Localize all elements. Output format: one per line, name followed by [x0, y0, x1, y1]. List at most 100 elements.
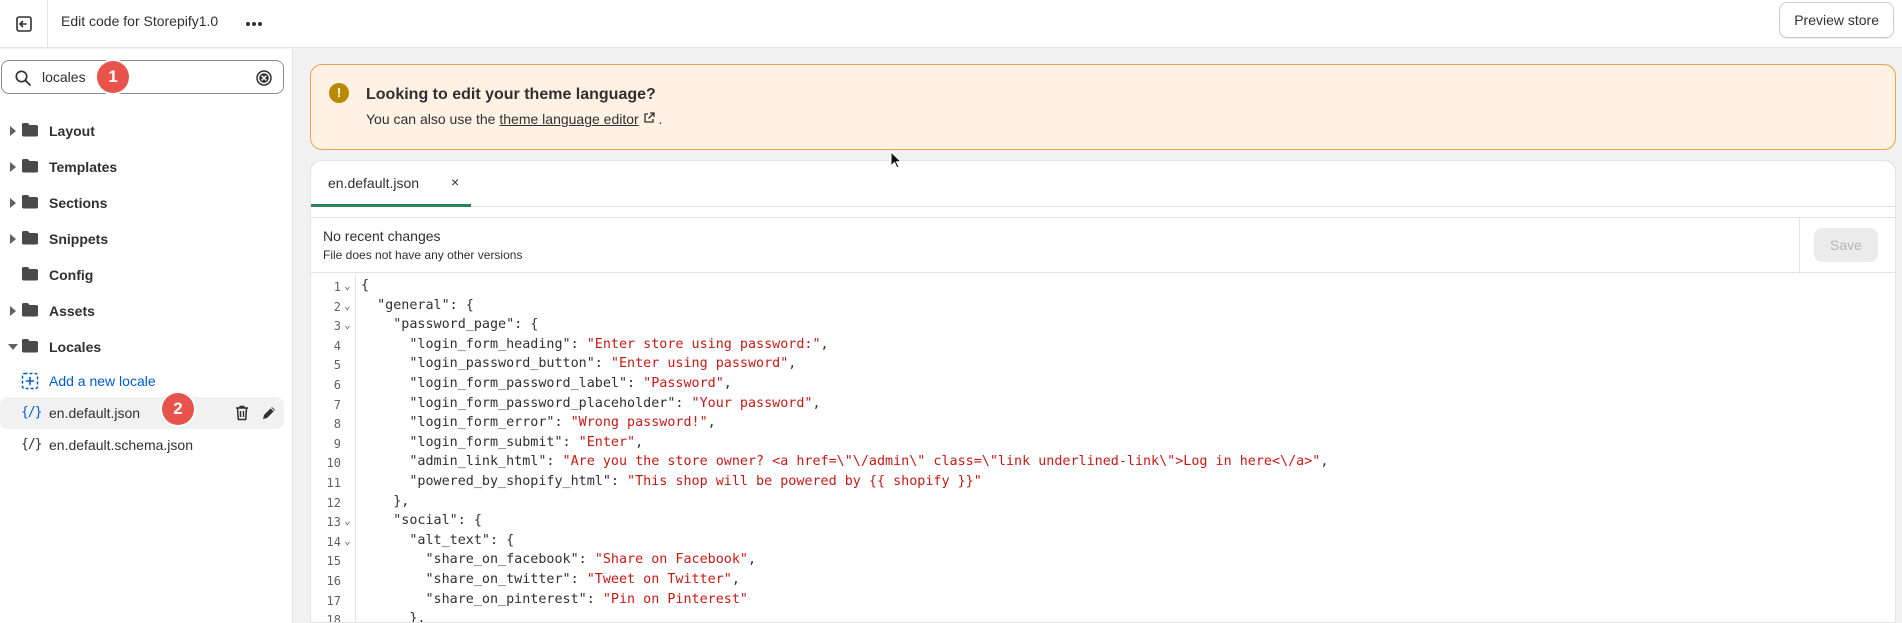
code-text: "share_on_pinterest": "Pin on Pinterest"	[361, 591, 748, 607]
code-line[interactable]: 1 ⌄ {	[311, 278, 1895, 298]
code-line[interactable]: 11 "powered_by_shopify_html": "This shop…	[311, 474, 1895, 494]
folder-icon	[22, 231, 38, 245]
string-literal: "Your password"	[691, 395, 813, 411]
folder-locales[interactable]: Locales	[0, 329, 292, 365]
folder-snippets[interactable]: Snippets	[0, 221, 292, 257]
version-status-bar: No recent changes File does not have any…	[311, 217, 1895, 274]
code-text: "login_form_heading": "Enter store using…	[361, 336, 829, 352]
string-literal: "Tweet on Twitter"	[586, 572, 732, 587]
string-literal: "Are you the store owner? <a href=\"\/ad…	[562, 454, 1321, 470]
code-line[interactable]: 13 ⌄ "social": {	[311, 513, 1895, 533]
exit-editor-button[interactable]	[8, 8, 40, 40]
code-text: "login_form_password_placeholder": "Your…	[361, 395, 821, 411]
step-badge-2: 2	[162, 393, 194, 425]
search-input[interactable]	[42, 68, 242, 86]
line-number: 6	[333, 378, 341, 392]
close-tab-icon[interactable]: ×	[451, 174, 459, 190]
notice-text: You can also use the theme language edit…	[366, 111, 662, 127]
line-number: 18	[326, 613, 341, 623]
add-locale-link[interactable]: Add a new locale	[0, 365, 292, 397]
folder-label: Layout	[49, 123, 95, 139]
string-literal: "This shop will be powered by {{ shopify…	[627, 474, 982, 489]
folder-layout[interactable]: Layout	[0, 113, 292, 149]
notice-title: Looking to edit your theme language?	[366, 86, 656, 103]
code-text: },	[361, 611, 426, 623]
step-badge-1: 1	[97, 61, 129, 93]
code-text: "password_page": {	[361, 317, 539, 333]
caret-down-icon	[8, 344, 18, 350]
folder-config[interactable]: Config	[0, 257, 292, 293]
code-line[interactable]: 10 "admin_link_html": "Are you the store…	[311, 454, 1895, 474]
code-line[interactable]: 17 "share_on_pinterest": "Pin on Pintere…	[311, 592, 1895, 612]
code-line[interactable]: 7 "login_form_password_placeholder": "Yo…	[311, 396, 1895, 416]
file-sidebar: 1 Layout Templates Sections Snippets Con…	[0, 49, 293, 623]
line-number: 10	[326, 456, 341, 471]
status-title: No recent changes	[323, 228, 441, 244]
external-link-icon[interactable]	[643, 112, 655, 124]
fold-chevron-icon[interactable]: ⌄	[344, 514, 351, 527]
line-number: 5	[333, 358, 341, 373]
code-line[interactable]: 9 "login_form_submit": "Enter",	[311, 435, 1895, 455]
code-area[interactable]: 1 ⌄{2 ⌄ "general": {3 ⌄ "password_page": {4…	[311, 274, 1895, 623]
fold-chevron-icon[interactable]: ⌄	[344, 299, 351, 312]
caret-right-icon	[10, 234, 16, 244]
code-line[interactable]: 14 ⌄ "alt_text": {	[311, 533, 1895, 553]
code-line[interactable]: 8 "login_form_error": "Wrong password!",	[311, 415, 1895, 435]
code-line[interactable]: 16 "share_on_twitter": "Tweet on Twitter…	[311, 572, 1895, 592]
fold-chevron-icon[interactable]: ⌄	[344, 534, 351, 547]
line-number: 4	[333, 338, 341, 353]
folder-label: Config	[49, 267, 94, 283]
tab-label: en.default.json	[328, 175, 420, 191]
trash-icon[interactable]	[234, 404, 250, 422]
clear-search-icon[interactable]	[255, 69, 273, 87]
code-line[interactable]: 18 },	[311, 611, 1895, 623]
theme-language-editor-link[interactable]: theme language editor	[499, 111, 638, 127]
status-subtitle: File does not have any other versions	[323, 248, 523, 262]
folder-label: Locales	[49, 339, 102, 355]
notice-text-before: You can also use the	[366, 111, 500, 127]
folder-assets[interactable]: Assets	[0, 293, 292, 329]
code-line[interactable]: 3 ⌄ "password_page": {	[311, 317, 1895, 337]
folder-sections[interactable]: Sections	[0, 185, 292, 221]
code-line[interactable]: 4 "login_form_heading": "Enter store usi…	[311, 337, 1895, 357]
file-en-default-schema-json[interactable]: {/} en.default.schema.json	[0, 429, 292, 461]
folder-icon	[22, 159, 38, 173]
code-text: },	[361, 493, 410, 509]
fold-chevron-icon[interactable]: ⌄	[344, 279, 351, 292]
preview-store-button[interactable]: Preview store	[1779, 2, 1894, 38]
folder-icon	[22, 267, 38, 281]
file-en-default-json[interactable]: {/} en.default.json	[0, 397, 284, 429]
more-horizontal-icon	[246, 22, 262, 26]
code-line[interactable]: 6 "login_form_password_label": "Password…	[311, 376, 1895, 396]
edit-icon[interactable]	[260, 404, 278, 422]
line-number: 17	[326, 593, 341, 608]
line-number: 9	[333, 436, 341, 451]
line-number: 14	[326, 534, 341, 549]
code-line[interactable]: 2 ⌄ "general": {	[311, 298, 1895, 318]
code-text: "login_form_submit": "Enter",	[361, 434, 644, 450]
line-number: 2	[333, 299, 341, 314]
line-number: 12	[326, 495, 341, 510]
more-actions-button[interactable]	[240, 10, 268, 38]
code-file-icon: {/}	[21, 437, 43, 452]
string-literal: "Enter store using password:"	[586, 336, 821, 352]
folder-templates[interactable]: Templates	[0, 149, 292, 185]
save-button[interactable]: Save	[1814, 228, 1878, 262]
line-number: 13	[326, 515, 341, 530]
line-number: 11	[326, 476, 341, 490]
warning-icon: !	[329, 83, 349, 103]
caret-right-icon	[10, 162, 16, 172]
code-text: "login_password_button": "Enter using pa…	[361, 356, 797, 372]
code-line[interactable]: 5 "login_password_button": "Enter using …	[311, 356, 1895, 376]
code-line[interactable]: 12 },	[311, 494, 1895, 514]
string-literal: "Enter"	[578, 434, 636, 450]
string-literal: "Password"	[643, 376, 724, 391]
fold-chevron-icon[interactable]: ⌄	[344, 318, 351, 331]
search-icon	[15, 70, 31, 86]
folder-label: Sections	[49, 195, 108, 211]
file-search[interactable]	[1, 60, 284, 94]
folder-icon	[22, 195, 38, 209]
tab-en-default-json[interactable]: en.default.json ×	[311, 161, 471, 207]
line-number: 7	[333, 397, 341, 412]
code-line[interactable]: 15 "share_on_facebook": "Share on Facebo…	[311, 552, 1895, 572]
